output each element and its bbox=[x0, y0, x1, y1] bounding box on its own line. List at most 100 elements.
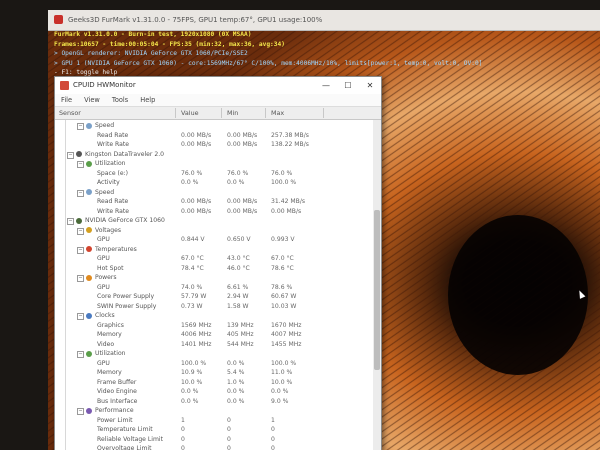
minimize-icon[interactable]: — bbox=[315, 77, 337, 94]
column-max[interactable]: Max bbox=[271, 107, 284, 119]
sensor-label: Space (e:) bbox=[97, 169, 129, 177]
sensor-value: 1 bbox=[181, 416, 185, 424]
sensor-value: 0.73 W bbox=[181, 302, 203, 310]
collapse-toggle-icon[interactable]: − bbox=[77, 313, 84, 320]
sensor-row[interactable]: − Speed bbox=[55, 121, 373, 131]
sensor-row[interactable]: Activity 0.0 % 0.0 % 100.0 % bbox=[55, 178, 373, 188]
sensor-row[interactable]: − Voltages bbox=[55, 226, 373, 236]
sensor-row[interactable]: − Performance bbox=[55, 406, 373, 416]
sensor-label: Write Rate bbox=[97, 207, 129, 215]
menu-file[interactable]: File bbox=[61, 96, 72, 104]
sensor-row[interactable]: Graphics 1569 MHz 139 MHz 1670 MHz bbox=[55, 321, 373, 331]
column-sensor[interactable]: Sensor bbox=[59, 107, 81, 119]
sensor-row[interactable]: GPU 67.0 °C 43.0 °C 67.0 °C bbox=[55, 254, 373, 264]
sensor-row[interactable]: − Clocks bbox=[55, 311, 373, 321]
gpu-icon bbox=[76, 217, 82, 224]
sensor-row[interactable]: − Speed bbox=[55, 188, 373, 198]
collapse-toggle-icon[interactable]: − bbox=[67, 218, 74, 225]
sensor-min: 0.0 % bbox=[227, 359, 245, 367]
sensor-value: 10.0 % bbox=[181, 378, 203, 386]
sensor-row[interactable]: − Powers bbox=[55, 273, 373, 283]
collapse-toggle-icon[interactable]: − bbox=[77, 351, 84, 358]
sensor-label: Overvoltage Limit bbox=[97, 445, 152, 450]
sensor-value: 0.00 MB/s bbox=[181, 131, 212, 139]
column-divider[interactable] bbox=[323, 108, 324, 118]
sensor-row[interactable]: Memory 4006 MHz 405 MHz 4007 MHz bbox=[55, 330, 373, 340]
collapse-toggle-icon[interactable]: − bbox=[77, 246, 84, 254]
collapse-toggle-icon[interactable]: − bbox=[77, 408, 84, 415]
column-min[interactable]: Min bbox=[227, 107, 238, 119]
close-icon[interactable]: ✕ bbox=[359, 77, 381, 94]
power-icon bbox=[86, 274, 92, 281]
sensor-row[interactable]: Space (e:) 76.0 % 76.0 % 76.0 % bbox=[55, 169, 373, 179]
sensor-min: 139 MHz bbox=[227, 321, 254, 329]
sensor-label: Read Rate bbox=[97, 131, 129, 139]
column-divider[interactable] bbox=[221, 108, 222, 118]
sensor-max: 100.0 % bbox=[271, 179, 297, 186]
collapse-toggle-icon[interactable]: − bbox=[77, 161, 84, 168]
sensor-value: 0.0 % bbox=[181, 179, 199, 186]
sensor-min: 0.650 V bbox=[227, 236, 251, 243]
sensor-row[interactable]: Power Limit 1 0 1 bbox=[55, 416, 373, 426]
sensor-row[interactable]: − Utilization bbox=[55, 159, 373, 169]
sensor-row[interactable]: Write Rate 0.00 MB/s 0.00 MB/s 0.00 MB/s bbox=[55, 207, 373, 217]
sensor-row[interactable]: − Temperatures bbox=[55, 245, 373, 255]
sensor-row[interactable]: Video 1401 MHz 544 MHz 1455 MHz bbox=[55, 340, 373, 350]
menu-tools[interactable]: Tools bbox=[112, 96, 128, 104]
overlay-line: FurMark v1.31.0.0 - Burn-in test, 1920x1… bbox=[54, 31, 252, 38]
sensor-row[interactable]: − Utilization bbox=[55, 349, 373, 359]
sensor-label: NVIDIA GeForce GTX 1060 bbox=[85, 217, 165, 224]
sensor-row[interactable]: − NVIDIA GeForce GTX 1060 bbox=[55, 216, 373, 226]
menu-view[interactable]: View bbox=[84, 96, 100, 104]
hwmonitor-window: CPUID HWMonitor — ☐ ✕ File View Tools He… bbox=[54, 76, 382, 450]
clock-icon bbox=[86, 312, 92, 319]
sensor-max: 1455 MHz bbox=[271, 340, 302, 348]
collapse-toggle-icon[interactable]: − bbox=[77, 275, 84, 282]
sensor-row[interactable]: − Kingston DataTraveler 2.0 bbox=[55, 150, 373, 160]
sensor-row[interactable]: GPU 0.844 V 0.650 V 0.993 V bbox=[55, 235, 373, 245]
column-divider[interactable] bbox=[265, 108, 266, 118]
collapse-toggle-icon[interactable]: − bbox=[77, 189, 84, 197]
vertical-scrollbar[interactable] bbox=[373, 120, 381, 450]
sensor-row[interactable]: Temperature Limit 0 0 0 bbox=[55, 425, 373, 435]
column-divider[interactable] bbox=[175, 108, 176, 118]
sensor-row[interactable]: GPU 100.0 % 0.0 % 100.0 % bbox=[55, 359, 373, 369]
sensor-max: 257.38 MB/s bbox=[271, 131, 309, 139]
hwmonitor-title-bar[interactable]: CPUID HWMonitor — ☐ ✕ bbox=[55, 77, 381, 94]
sensor-min: 0.00 MB/s bbox=[227, 198, 258, 205]
sensor-max: 0.993 V bbox=[271, 236, 295, 243]
sensor-row[interactable]: SWIN Power Supply 0.73 W 1.58 W 10.03 W bbox=[55, 302, 373, 312]
sensor-value: 4006 MHz bbox=[181, 331, 212, 338]
menu-help[interactable]: Help bbox=[140, 96, 155, 104]
sensor-row[interactable]: Overvoltage Limit 0 0 0 bbox=[55, 444, 373, 450]
sensor-row[interactable]: Bus Interface 0.0 % 0.0 % 9.0 % bbox=[55, 397, 373, 407]
collapse-toggle-icon[interactable]: − bbox=[77, 123, 84, 130]
sensor-label: Utilization bbox=[95, 160, 126, 167]
sensor-label: Speed bbox=[95, 122, 115, 129]
furmark-title-bar[interactable]: Geeks3D FurMark v1.31.0.0 - 75FPS, GPU1 … bbox=[48, 10, 600, 31]
sensor-row[interactable]: Hot Spot 78.4 °C 46.0 °C 78.6 °C bbox=[55, 264, 373, 274]
sensor-row[interactable]: Read Rate 0.00 MB/s 0.00 MB/s 257.38 MB/s bbox=[55, 131, 373, 141]
maximize-icon[interactable]: ☐ bbox=[337, 77, 359, 94]
sensor-row[interactable]: Core Power Supply 57.79 W 2.94 W 60.67 W bbox=[55, 292, 373, 302]
sensor-row[interactable]: Read Rate 0.00 MB/s 0.00 MB/s 31.42 MB/s bbox=[55, 197, 373, 207]
sensor-value: 1569 MHz bbox=[181, 321, 212, 329]
sensor-label: Utilization bbox=[95, 350, 126, 357]
sensor-max: 0 bbox=[271, 426, 275, 433]
drive-icon bbox=[76, 151, 82, 157]
collapse-toggle-icon[interactable]: − bbox=[77, 227, 84, 235]
collapse-toggle-icon[interactable]: − bbox=[67, 151, 74, 159]
sensor-row[interactable]: Write Rate 0.00 MB/s 0.00 MB/s 138.22 MB/s bbox=[55, 140, 373, 150]
sensor-row[interactable]: Reliable Voltage Limit 0 0 0 bbox=[55, 435, 373, 445]
sensor-label: Frame Buffer bbox=[97, 378, 137, 386]
sensor-max: 67.0 °C bbox=[271, 255, 294, 262]
scrollbar-thumb[interactable] bbox=[374, 210, 380, 370]
column-value[interactable]: Value bbox=[181, 107, 199, 119]
sensor-row[interactable]: Video Engine 0.0 % 0.0 % 0.0 % bbox=[55, 387, 373, 397]
sensor-row[interactable]: GPU 74.0 % 6.61 % 78.6 % bbox=[55, 283, 373, 293]
sensor-row[interactable]: Memory 10.9 % 5.4 % 11.0 % bbox=[55, 368, 373, 378]
sensor-tree[interactable]: − Speed Read Rate 0.00 MB/s 0.00 MB/s 257.38 … bbox=[55, 120, 381, 450]
sensor-min: 0.00 MB/s bbox=[227, 207, 258, 215]
furmark-window-title: Geeks3D FurMark v1.31.0.0 - 75FPS, GPU1 … bbox=[68, 16, 323, 24]
sensor-row[interactable]: Frame Buffer 10.0 % 1.0 % 10.0 % bbox=[55, 378, 373, 388]
